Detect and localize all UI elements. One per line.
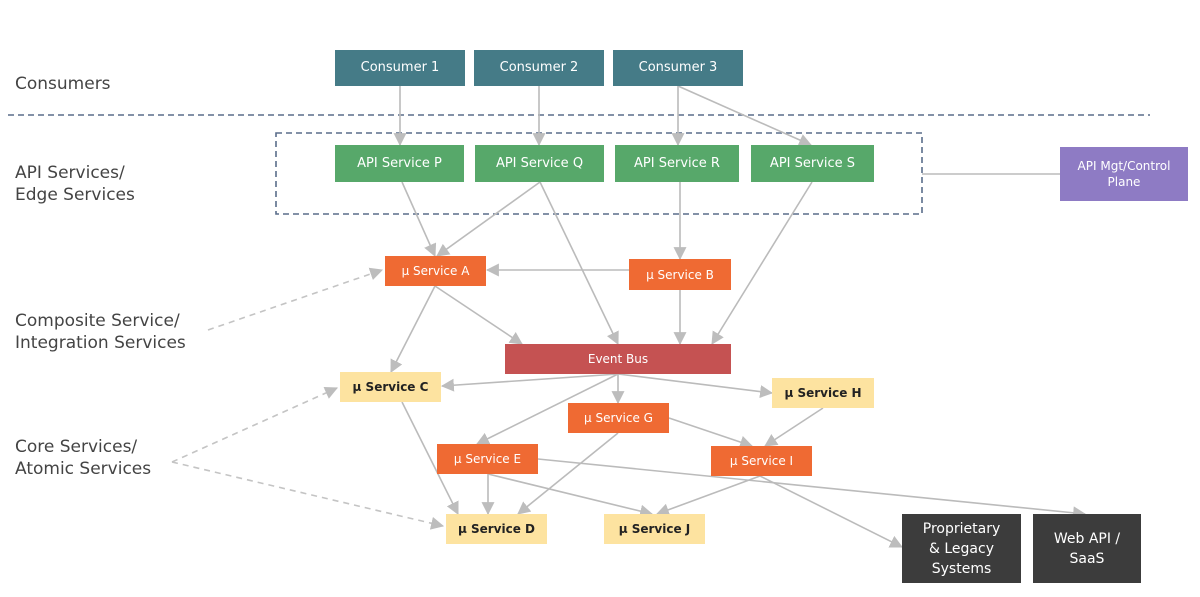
web-api-saas-label: Web API / SaaS <box>1053 530 1121 567</box>
api-service-r-label: API Service R <box>634 155 720 171</box>
micro-service-d-label: µ Service D <box>457 522 536 536</box>
micro-service-g-label: µ Service G <box>584 411 653 425</box>
micro-service-h-node[interactable]: µ Service H <box>772 378 874 408</box>
micro-service-c-label: µ Service C <box>352 380 429 394</box>
micro-service-g-node[interactable]: µ Service G <box>568 403 669 433</box>
connector-apiP-to-svcA <box>401 181 437 257</box>
connector-bus-to-svcC <box>440 373 619 392</box>
micro-service-b-node[interactable]: µ Service B <box>629 259 731 290</box>
api-service-p-node[interactable]: API Service P <box>335 145 464 182</box>
connector-svcE-to-svcJ <box>487 473 654 518</box>
connector-svcA-to-bus <box>434 285 523 345</box>
connector-core-label-to-svcC <box>171 386 338 463</box>
micro-service-e-node[interactable]: µ Service E <box>437 444 538 474</box>
consumer-1-node[interactable]: Consumer 1 <box>335 50 465 86</box>
micro-service-e-label: µ Service E <box>453 452 522 466</box>
micro-service-i-label: µ Service I <box>729 454 794 468</box>
connector-composite-label-to-svcA <box>207 267 384 331</box>
architecture-diagram-canvas <box>8 85 1150 548</box>
connector-apiQ-to-svcA <box>436 181 541 257</box>
micro-service-d-node[interactable]: µ Service D <box>446 514 547 544</box>
consumer-2-label: Consumer 2 <box>499 60 579 75</box>
api-service-s-node[interactable]: API Service S <box>751 145 874 182</box>
connector-svcI-to-legacy <box>759 475 903 548</box>
connector-core-label-to-svcD <box>171 461 445 530</box>
api-service-q-label: API Service Q <box>495 155 584 171</box>
layer-label-core-atomic-services: Core Services/ Atomic Services <box>15 437 152 479</box>
api-service-s-label: API Service S <box>769 155 856 171</box>
micro-service-a-node[interactable]: µ Service A <box>385 256 486 286</box>
api-service-q-node[interactable]: API Service Q <box>475 145 604 182</box>
connector-svcA-to-svcC <box>390 285 436 373</box>
web-api-saas-node[interactable]: Web API / SaaS <box>1033 514 1141 583</box>
consumer-2-node[interactable]: Consumer 2 <box>474 50 604 86</box>
api-service-p-label: API Service P <box>357 155 442 171</box>
micro-service-c-node[interactable]: µ Service C <box>340 372 441 402</box>
consumer-1-label: Consumer 1 <box>360 60 440 75</box>
layer-label-api-edge-services: API Services/ Edge Services <box>15 163 135 205</box>
micro-service-b-label: µ Service B <box>646 267 714 282</box>
connector-svcH-to-svcI <box>764 407 824 447</box>
layer-label-consumers: Consumers <box>15 74 111 94</box>
api-service-r-node[interactable]: API Service R <box>615 145 739 182</box>
micro-service-j-node[interactable]: µ Service J <box>604 514 705 544</box>
connector-bus-to-svcH <box>617 373 774 398</box>
connector-svcI-to-svcJ <box>655 475 761 516</box>
micro-service-a-label: µ Service A <box>401 264 470 278</box>
api-management-control-plane-label: API Mgt/Control Plane <box>1077 159 1171 189</box>
layer-label-composite-integration-services: Composite Service/ Integration Services <box>15 311 186 353</box>
connector-svcG-to-svcI <box>668 417 754 449</box>
consumer-3-node[interactable]: Consumer 3 <box>613 50 743 86</box>
proprietary-legacy-systems-label: Proprietary & Legacy Systems <box>922 520 1001 577</box>
micro-service-j-label: µ Service J <box>618 522 691 536</box>
micro-service-h-label: µ Service H <box>784 386 862 400</box>
proprietary-legacy-systems-node[interactable]: Proprietary & Legacy Systems <box>902 514 1021 583</box>
consumer-3-label: Consumer 3 <box>638 60 718 75</box>
micro-service-i-node[interactable]: µ Service I <box>711 446 812 476</box>
api-management-control-plane-node[interactable]: API Mgt/Control Plane <box>1060 147 1188 201</box>
event-bus-label: Event Bus <box>587 352 649 366</box>
connector-apiQ-to-bus <box>539 181 619 345</box>
event-bus-node[interactable]: Event Bus <box>505 344 731 374</box>
